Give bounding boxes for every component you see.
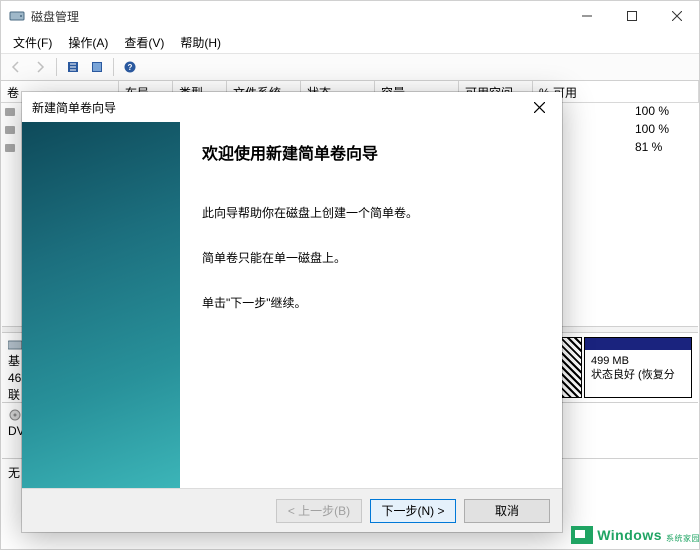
- optical-icon: [8, 409, 22, 421]
- wizard-paragraph: 单击"下一步"继续。: [202, 294, 540, 313]
- toolbar: ?: [1, 53, 699, 81]
- watermark: Windows 系统家园: [571, 526, 700, 544]
- disk-icon: [8, 339, 22, 351]
- menu-file[interactable]: 文件(F): [7, 32, 58, 53]
- wizard-title: 新建简单卷向导: [32, 99, 522, 116]
- cell-pct: 100 %: [629, 103, 699, 121]
- cell-pct: 81 %: [629, 139, 699, 157]
- new-simple-volume-wizard: 新建简单卷向导 欢迎使用新建简单卷向导 此向导帮助你在磁盘上创建一个简单卷。 简…: [22, 92, 562, 532]
- wizard-titlebar[interactable]: 新建简单卷向导: [22, 92, 562, 122]
- window-title: 磁盘管理: [31, 8, 564, 25]
- menu-help[interactable]: 帮助(H): [174, 32, 227, 53]
- help-button[interactable]: ?: [119, 56, 141, 78]
- partition-info: 499 MB 状态良好 (恢复分: [585, 350, 691, 397]
- wizard-back-button[interactable]: < 上一步(B): [276, 499, 362, 523]
- partition-header-bar: [585, 338, 691, 350]
- wizard-body: 欢迎使用新建简单卷向导 此向导帮助你在磁盘上创建一个简单卷。 简单卷只能在单一磁…: [22, 122, 562, 488]
- volume-icon: [1, 121, 17, 139]
- toolbar-separator: [113, 58, 114, 76]
- svg-text:?: ?: [128, 63, 133, 72]
- forward-button[interactable]: [29, 56, 51, 78]
- menu-view[interactable]: 查看(V): [118, 32, 170, 53]
- maximize-button[interactable]: [609, 1, 654, 31]
- watermark-brand: Windows: [597, 527, 662, 543]
- wizard-paragraph: 此向导帮助你在磁盘上创建一个简单卷。: [202, 204, 540, 223]
- menubar: 文件(F) 操作(A) 查看(V) 帮助(H): [1, 31, 699, 53]
- back-button[interactable]: [5, 56, 27, 78]
- wizard-heading: 欢迎使用新建简单卷向导: [202, 140, 540, 164]
- partition-status: 状态良好 (恢复分: [591, 368, 685, 382]
- wizard-paragraph: 简单卷只能在单一磁盘上。: [202, 249, 540, 268]
- properties-button[interactable]: [86, 56, 108, 78]
- wizard-cancel-button[interactable]: 取消: [464, 499, 550, 523]
- refresh-button[interactable]: [62, 56, 84, 78]
- minimize-button[interactable]: [564, 1, 609, 31]
- watermark-logo-icon: [571, 526, 593, 544]
- partition-box[interactable]: 499 MB 状态良好 (恢复分: [584, 337, 692, 398]
- wizard-side-graphic: [22, 122, 180, 488]
- wizard-content: 欢迎使用新建简单卷向导 此向导帮助你在磁盘上创建一个简单卷。 简单卷只能在单一磁…: [180, 122, 562, 488]
- wizard-next-button[interactable]: 下一步(N) >: [370, 499, 456, 523]
- menu-actions[interactable]: 操作(A): [62, 32, 114, 53]
- wizard-close-button[interactable]: [522, 95, 556, 119]
- titlebar: 磁盘管理: [1, 1, 699, 31]
- partition-size: 499 MB: [591, 354, 685, 368]
- volume-icon: [1, 103, 17, 121]
- app-icon: [9, 9, 25, 23]
- close-button[interactable]: [654, 1, 699, 31]
- wizard-footer: < 上一步(B) 下一步(N) > 取消: [22, 488, 562, 532]
- cell-pct: 100 %: [629, 121, 699, 139]
- toolbar-separator: [56, 58, 57, 76]
- watermark-sub: 系统家园: [666, 533, 700, 544]
- window-controls: [564, 1, 699, 31]
- volume-icon: [1, 139, 17, 157]
